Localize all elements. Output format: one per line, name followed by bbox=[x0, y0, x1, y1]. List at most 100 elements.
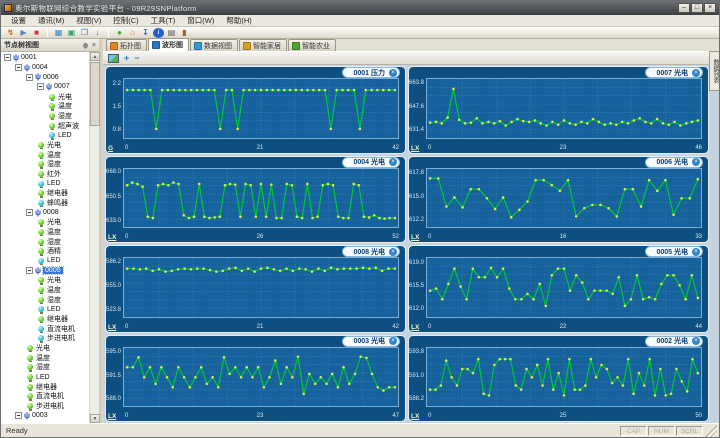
download-icon[interactable]: ↓ bbox=[92, 28, 103, 38]
window-icon[interactable]: ❐ bbox=[79, 28, 90, 38]
menu-item-2[interactable]: 视图(V) bbox=[70, 15, 107, 26]
tree-sensor-item[interactable]: LED bbox=[1, 372, 89, 382]
collapse-icon[interactable] bbox=[15, 64, 22, 71]
tab-智能农业[interactable]: 智能农业 bbox=[288, 39, 336, 51]
tree-node-0004[interactable]: ψ 0004 bbox=[1, 63, 89, 73]
run-icon[interactable]: ▶ bbox=[18, 28, 29, 38]
tree-sensor-item[interactable]: 湿度 bbox=[1, 159, 89, 169]
collapse-icon[interactable] bbox=[37, 83, 44, 91]
tree-sensor-item[interactable]: 湿度 bbox=[1, 237, 89, 247]
tree-node-0007[interactable]: ψ 0007 bbox=[1, 82, 89, 92]
menu-item-3[interactable]: 控制(C) bbox=[107, 15, 144, 26]
tree-sensor-item[interactable]: 蜂鸣器 bbox=[1, 198, 89, 208]
tree-sensor-item[interactable]: 继电器 bbox=[1, 314, 89, 324]
stop-icon[interactable]: ■ bbox=[31, 28, 42, 38]
tab-label: 智能农业 bbox=[302, 42, 330, 50]
tree-sensor-item[interactable]: LED bbox=[1, 304, 89, 314]
chart-close-icon[interactable]: × bbox=[389, 337, 397, 345]
menu-item-6[interactable]: 帮助(H) bbox=[220, 15, 257, 26]
tree-sensor-item[interactable]: 继电器 bbox=[1, 382, 89, 392]
status-bar: Ready CAP NUM SCRL bbox=[1, 423, 719, 437]
chart-close-icon[interactable]: × bbox=[692, 337, 700, 345]
tree-sensor-item[interactable]: 湿度 bbox=[1, 295, 89, 305]
tree-sensor-item[interactable]: 湿度 bbox=[1, 111, 89, 121]
tree-sensor-item[interactable]: 光电 bbox=[1, 140, 89, 150]
tree-scrollbar[interactable]: ▲ ▼ bbox=[89, 52, 100, 423]
chart-svg bbox=[428, 347, 700, 406]
maximize-button[interactable]: □ bbox=[691, 3, 703, 13]
menu-item-4[interactable]: 工具(T) bbox=[145, 15, 182, 26]
connect-icon[interactable]: ↯ bbox=[5, 28, 16, 38]
image-icon[interactable]: ▣ bbox=[66, 28, 77, 38]
chart-plot-area bbox=[123, 78, 399, 139]
chart-close-icon[interactable]: × bbox=[692, 158, 700, 166]
chart-close-icon[interactable]: × bbox=[692, 247, 700, 256]
menu-item-0[interactable]: 设置 bbox=[5, 15, 32, 26]
collapse-icon[interactable] bbox=[4, 54, 11, 62]
tree-sensor-item[interactable]: 超声波 bbox=[1, 121, 89, 131]
tree-sensor-item[interactable]: 湿度 bbox=[1, 363, 89, 373]
axis-unit-label: LX bbox=[411, 413, 420, 420]
tree-sensor-item[interactable]: 光电 bbox=[1, 343, 89, 353]
chart-close-icon[interactable]: × bbox=[389, 247, 397, 256]
chart-title: 0001 压力 bbox=[353, 69, 385, 77]
scroll-down-icon[interactable]: ▼ bbox=[90, 414, 100, 423]
tree-sensor-item[interactable]: 酒精 bbox=[1, 246, 89, 256]
minimize-button[interactable]: – bbox=[678, 3, 690, 13]
keyboard-icon[interactable]: ▤ bbox=[166, 28, 177, 38]
tree-sensor-item[interactable]: 温度 bbox=[1, 285, 89, 295]
menu-item-5[interactable]: 窗口(W) bbox=[181, 15, 220, 26]
tree-node-0005[interactable]: ψ 0005 bbox=[1, 266, 89, 276]
chart-close-icon[interactable]: × bbox=[389, 68, 397, 77]
resize-grip[interactable] bbox=[705, 424, 717, 437]
panel-close-icon[interactable]: × bbox=[92, 42, 96, 49]
tree-sensor-item[interactable]: 温度 bbox=[1, 227, 89, 237]
zoom-in-icon[interactable]: + bbox=[124, 53, 129, 63]
chart-close-icon[interactable]: × bbox=[389, 158, 397, 166]
zoom-out-icon[interactable]: − bbox=[134, 53, 139, 63]
info-icon[interactable]: i bbox=[153, 27, 164, 38]
tree-item-label: 湿度 bbox=[47, 296, 61, 304]
tab-拓扑图[interactable]: 拓扑图 bbox=[106, 39, 147, 51]
tree-node-0003[interactable]: ψ 0003 bbox=[1, 411, 89, 421]
tree-sensor-item[interactable]: 红外 bbox=[1, 169, 89, 179]
tree-sensor-item[interactable]: LED bbox=[1, 256, 89, 266]
tree-sensor-item[interactable]: 温度 bbox=[1, 353, 89, 363]
tree-sensor-item[interactable]: LED bbox=[1, 179, 89, 189]
exit-icon[interactable]: ▮ bbox=[179, 28, 190, 38]
globe-icon[interactable]: ● bbox=[114, 28, 125, 38]
tree-sensor-item[interactable]: 光电 bbox=[1, 275, 89, 285]
pin-icon[interactable] bbox=[81, 41, 89, 49]
tree-node-0001[interactable]: ψ 0001 bbox=[1, 53, 89, 63]
tab-波形图[interactable]: 波形图 bbox=[148, 38, 189, 51]
tree-node-0008[interactable]: ψ 0008 bbox=[1, 208, 89, 218]
home-icon[interactable]: ⌂ bbox=[127, 28, 138, 38]
tree-sensor-item[interactable]: 直流电机 bbox=[1, 324, 89, 334]
chart-close-icon[interactable]: × bbox=[692, 68, 700, 77]
collapse-icon[interactable] bbox=[15, 412, 22, 420]
collapse-icon[interactable] bbox=[26, 267, 33, 275]
menu-item-1[interactable]: 通讯(M) bbox=[32, 15, 70, 26]
tree-sensor-item[interactable]: 光电 bbox=[1, 92, 89, 102]
axis-unit-label: LX bbox=[108, 323, 117, 331]
data-list-side-tab[interactable]: 数据列表 bbox=[709, 51, 719, 91]
tree-node-0006[interactable]: ψ 0006 bbox=[1, 72, 89, 82]
tree-sensor-item[interactable]: LED bbox=[1, 130, 89, 140]
tree-sensor-item[interactable]: 步进电机 bbox=[1, 333, 89, 343]
tree-sensor-item[interactable]: 光电 bbox=[1, 217, 89, 227]
tree-sensor-item[interactable]: 步进电机 bbox=[1, 401, 89, 411]
update-icon[interactable]: ↧ bbox=[140, 28, 151, 38]
tree-sensor-item[interactable]: 温度 bbox=[1, 101, 89, 111]
tab-数据视图[interactable]: 数据视图 bbox=[190, 39, 238, 51]
tree-sensor-item[interactable]: 继电器 bbox=[1, 188, 89, 198]
close-button[interactable]: × bbox=[704, 3, 716, 13]
collapse-icon[interactable] bbox=[26, 73, 33, 81]
snapshot-icon[interactable] bbox=[108, 53, 119, 63]
scroll-thumb[interactable] bbox=[90, 62, 100, 126]
tree-sensor-item[interactable]: 直流电机 bbox=[1, 392, 89, 402]
tab-智能家居[interactable]: 智能家居 bbox=[239, 39, 287, 51]
scroll-up-icon[interactable]: ▲ bbox=[90, 52, 100, 61]
export-icon[interactable]: ▦ bbox=[53, 28, 64, 38]
collapse-icon[interactable] bbox=[26, 209, 33, 217]
tree-sensor-item[interactable]: 温度 bbox=[1, 150, 89, 160]
